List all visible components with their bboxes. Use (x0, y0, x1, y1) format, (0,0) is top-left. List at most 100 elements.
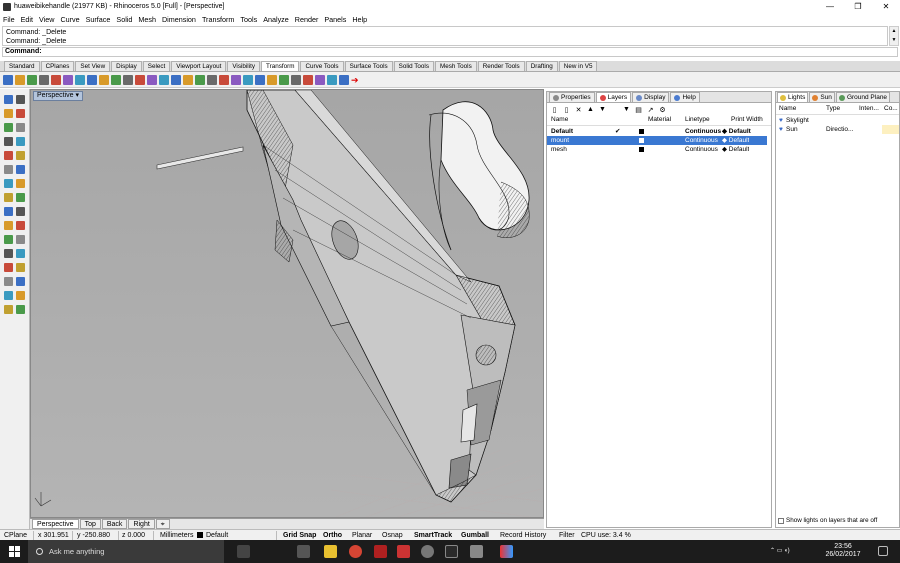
sun-color-swatch[interactable] (882, 125, 899, 134)
panel-tab-properties[interactable]: Properties (549, 92, 595, 102)
array-icon[interactable] (87, 74, 97, 85)
layer-linetype[interactable]: Continuous (685, 136, 718, 145)
windows-start-button[interactable] (0, 540, 28, 563)
light-name[interactable]: Skylight (786, 116, 809, 125)
viewport-tab-right[interactable]: Right (128, 519, 155, 529)
tab-new-in-v5[interactable]: New in V5 (558, 61, 598, 71)
tab-mesh-tools[interactable]: Mesh Tools (434, 61, 477, 71)
layer-row[interactable]: mesh Continuous ◆ Default (547, 145, 767, 154)
copy-paste-icon[interactable] (243, 74, 253, 85)
layer-row[interactable]: mount Continuous ◆ Default (547, 136, 767, 145)
current-layer-check[interactable]: ✔ (615, 127, 620, 136)
move-up-icon[interactable]: ▲ (586, 106, 595, 113)
app-icon[interactable] (445, 545, 458, 558)
tab-surface-tools[interactable]: Surface Tools (344, 61, 393, 71)
move-icon[interactable] (3, 74, 13, 85)
panel-tab-lights[interactable]: Lights (777, 92, 809, 102)
cylinder-tool-icon[interactable] (4, 207, 13, 216)
history-icon[interactable]: ➔ (351, 75, 361, 85)
tab-render-tools[interactable]: Render Tools (477, 61, 525, 71)
cortana-search-box[interactable]: Ask me anything (28, 540, 224, 563)
layer-name[interactable]: Default (551, 127, 573, 136)
array-polar-icon[interactable] (99, 74, 109, 85)
column-name[interactable]: Name (779, 105, 796, 112)
panel-tab-layers[interactable]: Layers (595, 92, 632, 102)
menu-solid[interactable]: Solid (116, 15, 132, 24)
layer-print-width[interactable]: ◆ Default (722, 127, 751, 136)
column-print-width[interactable]: Print Width (731, 116, 763, 123)
menu-dimension[interactable]: Dimension (162, 15, 196, 24)
array-tool-icon[interactable] (4, 291, 13, 300)
light-type[interactable]: Directio... (826, 125, 853, 134)
rotate-3d-icon[interactable] (39, 74, 49, 85)
scale-icon[interactable] (51, 74, 61, 85)
layer-color-swatch[interactable] (639, 147, 644, 152)
polygon-tool-icon[interactable] (4, 151, 13, 160)
set-points-icon[interactable] (231, 74, 241, 85)
line-tool-icon[interactable] (4, 109, 13, 118)
offset-tool-icon[interactable] (16, 165, 25, 174)
tab-set-view[interactable]: Set View (75, 61, 111, 71)
layer-name[interactable]: mesh (551, 145, 567, 154)
box-tool-icon[interactable] (4, 193, 13, 202)
split-tool-icon[interactable] (4, 235, 13, 244)
smooth-icon[interactable] (183, 74, 193, 85)
select-objects-icon[interactable]: ↗ (646, 106, 655, 114)
show-lights-option[interactable]: Show lights on layers that are off (778, 517, 877, 524)
text-tool-icon[interactable] (4, 305, 13, 314)
join-icon[interactable] (315, 74, 325, 85)
viewport-tab-perspective[interactable]: Perspective (32, 519, 79, 529)
sphere-tool-icon[interactable] (16, 193, 25, 202)
perspective-viewport[interactable]: Perspective ▾ (30, 89, 544, 518)
file-explorer-icon[interactable] (324, 545, 337, 558)
tab-solid-tools[interactable]: Solid Tools (393, 61, 434, 71)
viewport-model-drawing[interactable] (31, 90, 544, 518)
tray-icons[interactable]: ⌃ ▭ ◖) (770, 547, 800, 556)
tab-visibility[interactable]: Visibility (227, 61, 260, 71)
tab-curve-tools[interactable]: Curve Tools (300, 61, 344, 71)
solidworks-icon[interactable] (397, 545, 410, 558)
menu-curve[interactable]: Curve (60, 15, 79, 24)
layer-linetype[interactable]: Continuous (685, 145, 718, 154)
command-history-scrollbar[interactable]: ▲ ▼ (889, 26, 899, 46)
new-sublayer-icon[interactable]: ▯ (562, 106, 571, 114)
extrude-tool-icon[interactable] (16, 179, 25, 188)
menu-render[interactable]: Render (295, 15, 319, 24)
taskbar-clock[interactable]: 23:56 26/02/2017 (818, 543, 868, 559)
dimension-tool-icon[interactable] (16, 291, 25, 300)
layer-row[interactable]: Default ✔ Continuous ◆ Default (547, 127, 767, 136)
trim-tool-icon[interactable] (16, 221, 25, 230)
menu-file[interactable]: File (3, 15, 15, 24)
orient-icon[interactable] (111, 74, 121, 85)
surface-tool-icon[interactable] (4, 179, 13, 188)
menu-panels[interactable]: Panels (324, 15, 346, 24)
column-name[interactable]: Name (551, 116, 568, 123)
layer-print-width[interactable]: ◆ Default (722, 145, 749, 154)
layer-color-swatch[interactable] (639, 138, 644, 143)
rectangle-tool-icon[interactable] (16, 137, 25, 146)
mirror-icon[interactable] (75, 74, 85, 85)
panel-tab-help[interactable]: Help (670, 92, 700, 102)
tab-select[interactable]: Select (142, 61, 171, 71)
filter-icon[interactable]: ▼ (622, 106, 631, 113)
minimize-button[interactable]: — (816, 0, 844, 13)
viewport-title[interactable]: Perspective ▾ (33, 91, 84, 101)
menu-view[interactable]: View (39, 15, 54, 24)
point-tool-icon[interactable] (16, 95, 25, 104)
mesh-tool-icon[interactable] (4, 221, 13, 230)
curve-tool-icon[interactable] (16, 151, 25, 160)
layer-print-width[interactable]: ◆ Default (722, 136, 749, 145)
tab-display[interactable]: Display (111, 61, 142, 71)
column-material[interactable]: Material (648, 116, 671, 123)
command-prompt-input[interactable]: Command: (2, 47, 898, 57)
scale-tool-icon[interactable] (4, 277, 13, 286)
layer-color-swatch[interactable] (639, 129, 644, 134)
move-down-icon[interactable]: ▼ (598, 106, 607, 113)
copy-icon[interactable] (15, 74, 25, 85)
axis-icon[interactable] (303, 74, 313, 85)
task-view-icon[interactable] (297, 545, 310, 558)
tab-cplanes[interactable]: CPlanes (40, 61, 75, 71)
explode-tool-icon[interactable] (4, 249, 13, 258)
layer-tools-icon[interactable]: ▤ (634, 106, 643, 114)
chrome-icon[interactable] (349, 545, 362, 558)
